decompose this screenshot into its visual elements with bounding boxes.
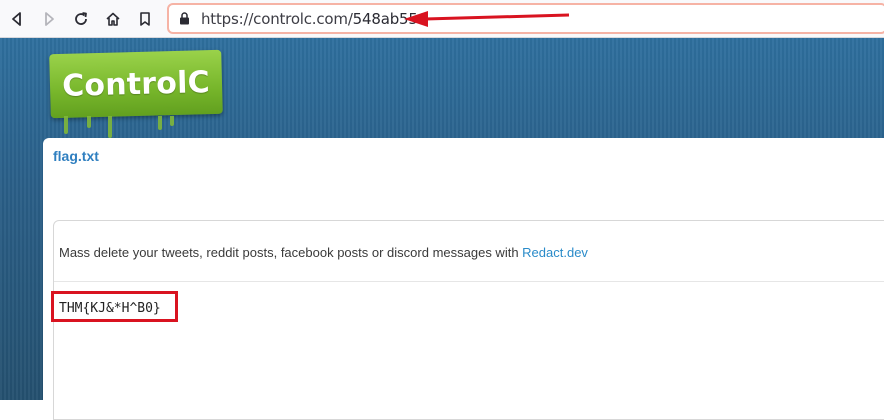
ad-link[interactable]: Redact.dev [522, 245, 588, 260]
back-icon[interactable] [4, 6, 30, 32]
forward-icon[interactable] [36, 6, 62, 32]
address-bar[interactable]: https://controlc.com/548ab556 [167, 3, 884, 34]
lock-icon[interactable] [179, 12, 190, 30]
page-background: ControlC flag.txt Mass delete your tweet… [0, 38, 884, 420]
logo-drip [108, 116, 112, 138]
url-host: https://controlc.com/ [201, 10, 353, 28]
url-text[interactable]: https://controlc.com/548ab556 [201, 10, 427, 28]
logo-drip [158, 116, 162, 130]
logo-text: ControlC [61, 64, 211, 104]
ad-text: Mass delete your tweets, reddit posts, f… [59, 245, 523, 260]
logo-drip [170, 116, 174, 126]
browser-toolbar: https://controlc.com/548ab556 [0, 0, 884, 38]
divider [54, 281, 884, 282]
paste-title[interactable]: flag.txt [53, 148, 99, 164]
bookmark-icon[interactable] [132, 6, 158, 32]
home-icon[interactable] [100, 6, 126, 32]
site-logo[interactable]: ControlC [49, 49, 223, 119]
highlight-box [51, 291, 178, 322]
reload-icon[interactable] [68, 6, 94, 32]
paste-card: flag.txt Mass delete your tweets, reddit… [43, 138, 884, 420]
paste-content[interactable]: THM{KJ&*H^B0} [51, 291, 178, 322]
url-path: 548ab556 [352, 10, 428, 28]
paste-body: Mass delete your tweets, reddit posts, f… [51, 220, 884, 420]
logo-drip [64, 116, 68, 134]
ad-banner: Mass delete your tweets, reddit posts, f… [59, 245, 588, 260]
logo-drip [87, 116, 91, 128]
